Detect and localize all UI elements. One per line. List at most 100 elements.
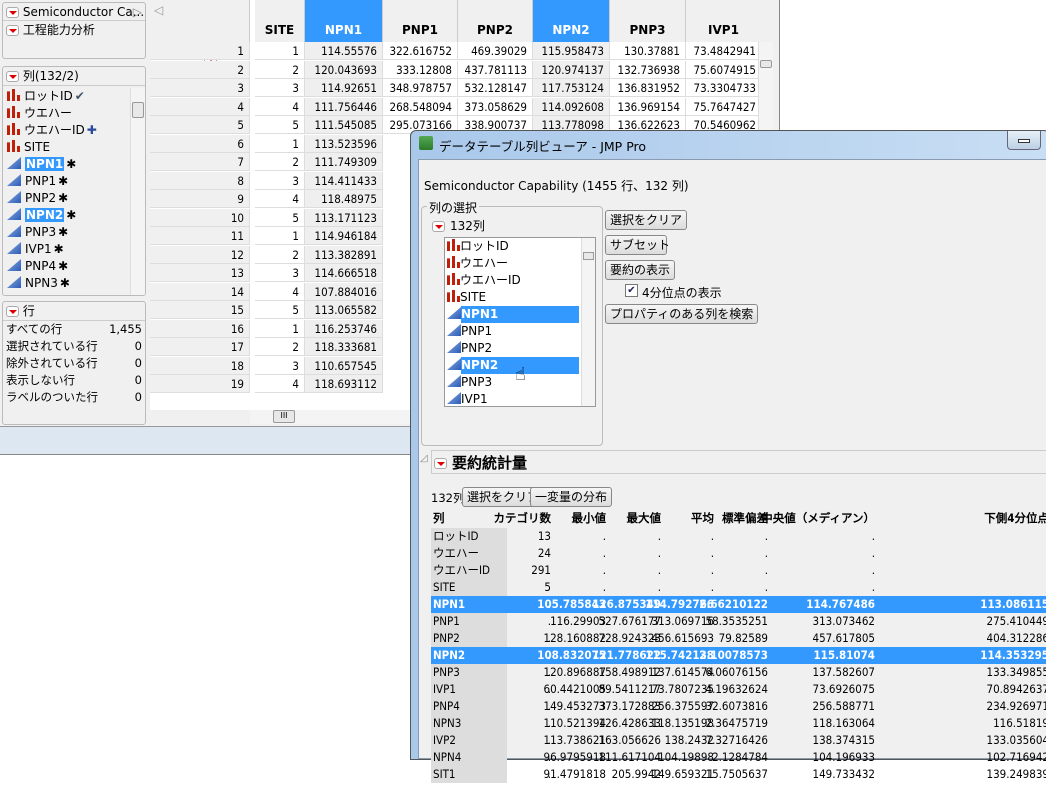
row-number[interactable]: 14 [150,283,250,301]
column-list-item[interactable]: PNP3✱ [3,224,131,241]
column-list-item[interactable]: IVP1✱ [3,241,131,258]
column-list-item[interactable]: SITE [3,139,131,156]
scroll-thumb[interactable] [583,252,594,260]
grid-cell[interactable]: 114.946184 [305,227,383,245]
row-number[interactable]: 8 [150,172,250,190]
grid-cell[interactable]: 5 [255,301,305,319]
summary-column-header[interactable]: 平均 [691,510,714,527]
grid-cell[interactable]: 114.666518 [305,264,383,282]
row-number[interactable]: 1 [150,42,250,60]
grid-cell[interactable]: 130.37881 [610,42,686,60]
row-number[interactable]: 5 [150,116,250,134]
clear-selection-button[interactable]: 選択をクリア [605,210,687,230]
summary-row[interactable]: IVP1.60.442100589.541121773.78072354.196… [431,681,1046,698]
grid-cell[interactable]: 107.884016 [305,283,383,301]
row-number[interactable]: 12 [150,246,250,264]
column-list-item[interactable]: NPN3✱ [3,275,131,292]
grid-cell[interactable]: 3 [255,79,305,97]
distribution-button[interactable]: 一変量の分布 [530,487,612,507]
show-quartiles-checkbox[interactable]: ✔ [625,284,638,297]
row-number[interactable]: 3 [150,79,250,97]
grid-cell[interactable]: 3 [255,357,305,375]
row-number[interactable]: 16 [150,320,250,338]
script-item[interactable]: 工程能力分析 [3,21,145,39]
grid-cell[interactable]: 132.736938 [610,61,686,79]
grid-cell[interactable]: 116.253746 [305,320,383,338]
red-triangle-menu-icon[interactable] [6,25,19,36]
collapse-arrow-icon[interactable]: ▷ [133,3,142,21]
summary-column-header[interactable]: 下側4分位点 [984,510,1046,527]
red-triangle-menu-icon[interactable] [6,71,19,82]
columns-panel-header[interactable]: 列(132/2) [3,67,145,86]
column-header-pnp2[interactable]: PNP2 [458,0,533,42]
dialog-column-item[interactable]: PNP2 [445,340,595,357]
grid-cell[interactable]: 5 [255,209,305,227]
column-list-item[interactable]: NPN2✱ [3,207,131,224]
disclosure-icon[interactable]: ◿ [420,453,428,464]
summary-row[interactable]: PNP3.120.896887158.498912137.6145746.060… [431,664,1046,681]
grid-cell[interactable]: 373.058629 [458,98,533,116]
column-list-item[interactable]: PNP4✱ [3,258,131,275]
row-number[interactable]: 19 [150,375,250,393]
red-triangle-menu-icon[interactable] [434,458,447,469]
find-columns-with-properties-button[interactable]: プロパティのある列を検索 [605,304,758,324]
column-list-item[interactable]: ロットID✔ [3,88,131,105]
summary-row[interactable]: NPN2.108.832075121.778622115.7421382.100… [431,647,1046,664]
grid-cell[interactable]: 348.978757 [383,79,458,97]
row-number[interactable]: 9 [150,190,250,208]
grid-cell[interactable]: 333.12808 [383,61,458,79]
scroll-thumb[interactable] [132,102,144,118]
grid-cell[interactable]: 113.171123 [305,209,383,227]
red-triangle-menu-icon[interactable] [6,7,19,18]
dialog-column-item[interactable]: ロットID [445,238,595,255]
column-list-item[interactable]: PNP1✱ [3,173,131,190]
summary-row[interactable]: PNP1.116.29903527.676177313.06971658.353… [431,613,1046,630]
row-number[interactable]: 11 [150,227,250,245]
grid-cell[interactable]: 532.128147 [458,79,533,97]
grid-cell[interactable]: 1 [255,227,305,245]
grid-cell[interactable]: 117.753124 [533,79,610,97]
grid-cell[interactable]: 120.974137 [533,61,610,79]
summary-column-header[interactable]: カテゴリ数 [494,510,552,527]
summary-row[interactable]: ロットID13...... [431,528,1046,545]
row-number[interactable]: 2 [150,61,250,79]
rows-panel-header[interactable]: 行 [3,302,145,321]
grid-cell[interactable]: 111.749309 [305,153,383,171]
grid-cell[interactable]: 120.043693 [305,61,383,79]
dialog-column-item[interactable]: ウエハーID [445,272,595,289]
grid-cell[interactable]: 469.39029 [458,42,533,60]
grid-cell[interactable]: 113.065582 [305,301,383,319]
column-list-item[interactable]: NPN1✱ [3,156,131,173]
grid-cell[interactable]: 4 [255,190,305,208]
grid-cell[interactable]: 2 [255,153,305,171]
summary-row[interactable]: NPN1.105.785843126.875349114.7927662.662… [431,596,1046,613]
red-triangle-menu-icon[interactable] [6,306,19,317]
scroll-thumb[interactable] [760,60,772,68]
grid-cell[interactable]: 2 [255,338,305,356]
grid-cell[interactable]: 1 [255,135,305,153]
grid-cell[interactable]: 114.92651 [305,79,383,97]
scroll-thumb[interactable]: III [273,410,295,423]
grid-cell[interactable]: 2 [255,246,305,264]
grid-cell[interactable]: 136.969154 [610,98,686,116]
grid-cell[interactable]: 4 [255,98,305,116]
summary-row[interactable]: PNP2.128.160882728.924323456.61569379.82… [431,630,1046,647]
grid-cell[interactable]: 5 [255,116,305,134]
grid-cell[interactable]: 322.616752 [383,42,458,60]
summary-column-header[interactable]: 最小値 [572,510,607,527]
grid-cell[interactable]: 111.756446 [305,98,383,116]
summary-row[interactable]: SITE5...... [431,579,1046,596]
column-header-ivp1[interactable]: IVP1 [686,0,760,42]
column-header-pnp3[interactable]: PNP3 [610,0,686,42]
summary-column-header[interactable]: 最大値 [627,510,662,527]
grid-cell[interactable]: 3 [255,172,305,190]
minimize-button[interactable] [1007,131,1041,150]
grid-cell[interactable]: 3 [255,264,305,282]
column-header-pnp1[interactable]: PNP1 [383,0,458,42]
row-number[interactable]: 10 [150,209,250,227]
summary-row[interactable]: ウエハー24...... [431,545,1046,562]
dialog-column-item[interactable]: PNP1 [445,323,595,340]
row-number[interactable]: 7 [150,153,250,171]
summary-row[interactable]: IVP2.113.738621163.056626138.24327.32716… [431,732,1046,749]
summary-column-header[interactable]: 中央値（メディアン） [761,510,875,527]
